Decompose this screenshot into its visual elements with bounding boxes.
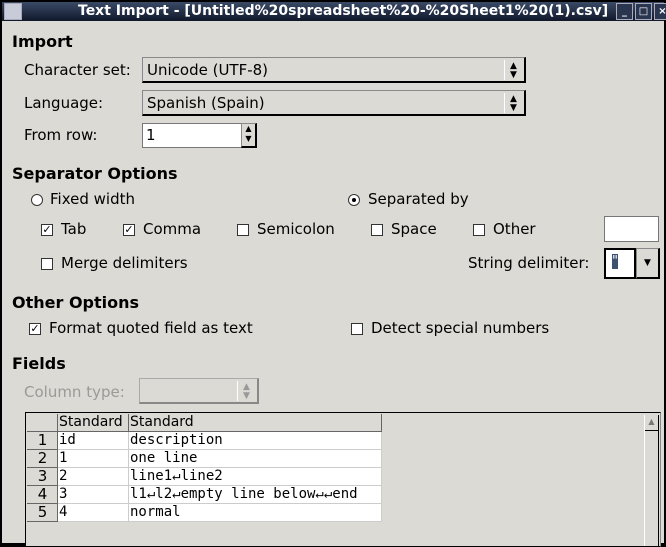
- cell-value[interactable]: 1: [58, 450, 129, 468]
- other-label: Other: [493, 220, 536, 238]
- column-type-select[interactable]: ▲ ▼: [139, 378, 259, 404]
- from-row-label: From row:: [24, 126, 98, 144]
- row-header[interactable]: 2: [27, 450, 58, 468]
- from-row-spinner[interactable]: ▲ ▼: [241, 123, 257, 148]
- language-select[interactable]: Spanish (Spain) ▲ ▼: [142, 90, 526, 116]
- maximize-button[interactable]: □: [635, 3, 652, 20]
- cell-value[interactable]: line1↵line2: [129, 468, 382, 486]
- language-label: Language:: [24, 94, 104, 112]
- separated-by-label: Separated by: [368, 190, 469, 208]
- preview-grid[interactable]: Standard Standard 1 id description 2 1 one li…: [25, 412, 661, 547]
- scroll-up-icon[interactable]: ▲: [645, 415, 658, 431]
- space-label: Space: [391, 220, 437, 238]
- cell-value[interactable]: 3: [58, 486, 129, 504]
- cell-value[interactable]: 2: [58, 468, 129, 486]
- charset-select[interactable]: Unicode (UTF-8) ▲ ▼: [142, 57, 526, 83]
- window-menu-icon[interactable]: [4, 3, 22, 20]
- column-header[interactable]: Standard: [129, 414, 382, 432]
- spin-arrows-icon: ▲ ▼: [504, 93, 522, 113]
- cell-value[interactable]: description: [129, 432, 382, 450]
- window-title: Text Import - [Untitled%20spreadsheet%20…: [78, 3, 609, 19]
- column-type-label: Column type:: [24, 383, 125, 401]
- charset-value: Unicode (UTF-8): [147, 61, 269, 79]
- grid-corner: [27, 414, 58, 432]
- spin-arrows-icon: ▲ ▼: [237, 381, 255, 401]
- row-header[interactable]: 5: [27, 504, 58, 522]
- comma-label: Comma: [143, 220, 202, 238]
- fields-heading: Fields: [12, 354, 66, 373]
- text-import-dialog: Text Import - [Untitled%20spreadsheet%20…: [0, 0, 666, 547]
- minimize-button[interactable]: _: [616, 3, 633, 20]
- cell-value[interactable]: id: [58, 432, 129, 450]
- space-checkbox[interactable]: [371, 224, 383, 236]
- close-button[interactable]: ×: [654, 3, 666, 20]
- semicolon-label: Semicolon: [257, 220, 335, 238]
- format-quoted-checkbox[interactable]: ✓: [29, 323, 41, 335]
- title-bar: Text Import - [Untitled%20spreadsheet%20…: [2, 2, 666, 21]
- spin-arrows-icon: ▲ ▼: [504, 60, 522, 80]
- detect-special-label: Detect special numbers: [371, 319, 550, 337]
- string-delimiter-value: ": [612, 254, 618, 269]
- merge-delimiters-label: Merge delimiters: [61, 254, 188, 272]
- row-header[interactable]: 3: [27, 468, 58, 486]
- merge-delimiters-checkbox[interactable]: [41, 258, 53, 270]
- separator-heading: Separator Options: [12, 164, 178, 183]
- other-checkbox[interactable]: [473, 224, 485, 236]
- charset-label: Character set:: [24, 61, 131, 79]
- string-delimiter-dropdown[interactable]: ▼: [636, 248, 660, 279]
- fixed-width-radio[interactable]: [31, 194, 43, 206]
- tab-checkbox[interactable]: ✓: [41, 224, 53, 236]
- other-input[interactable]: [604, 216, 659, 242]
- format-quoted-label: Format quoted field as text: [49, 319, 253, 337]
- row-header[interactable]: 4: [27, 486, 58, 504]
- other-options-heading: Other Options: [12, 293, 140, 312]
- column-header[interactable]: Standard: [58, 414, 129, 432]
- cell-value[interactable]: normal: [129, 504, 382, 522]
- fixed-width-label: Fixed width: [50, 190, 135, 208]
- cell-value[interactable]: one line: [129, 450, 382, 468]
- from-row-input[interactable]: 1: [142, 123, 242, 148]
- cell-value[interactable]: 4: [58, 504, 129, 522]
- semicolon-checkbox[interactable]: [237, 224, 249, 236]
- row-header[interactable]: 1: [27, 432, 58, 450]
- import-heading: Import: [12, 32, 73, 51]
- detect-special-checkbox[interactable]: [351, 323, 363, 335]
- vertical-scrollbar[interactable]: ▲: [644, 415, 659, 546]
- cell-value[interactable]: l1↵l2↵empty line below↵↵end: [129, 486, 382, 504]
- tab-label: Tab: [61, 220, 87, 238]
- string-delimiter-input[interactable]: ": [604, 248, 636, 279]
- separated-by-radio[interactable]: [348, 194, 360, 206]
- string-delimiter-label: String delimiter:: [468, 254, 590, 272]
- comma-checkbox[interactable]: ✓: [123, 224, 135, 236]
- language-value: Spanish (Spain): [147, 94, 265, 112]
